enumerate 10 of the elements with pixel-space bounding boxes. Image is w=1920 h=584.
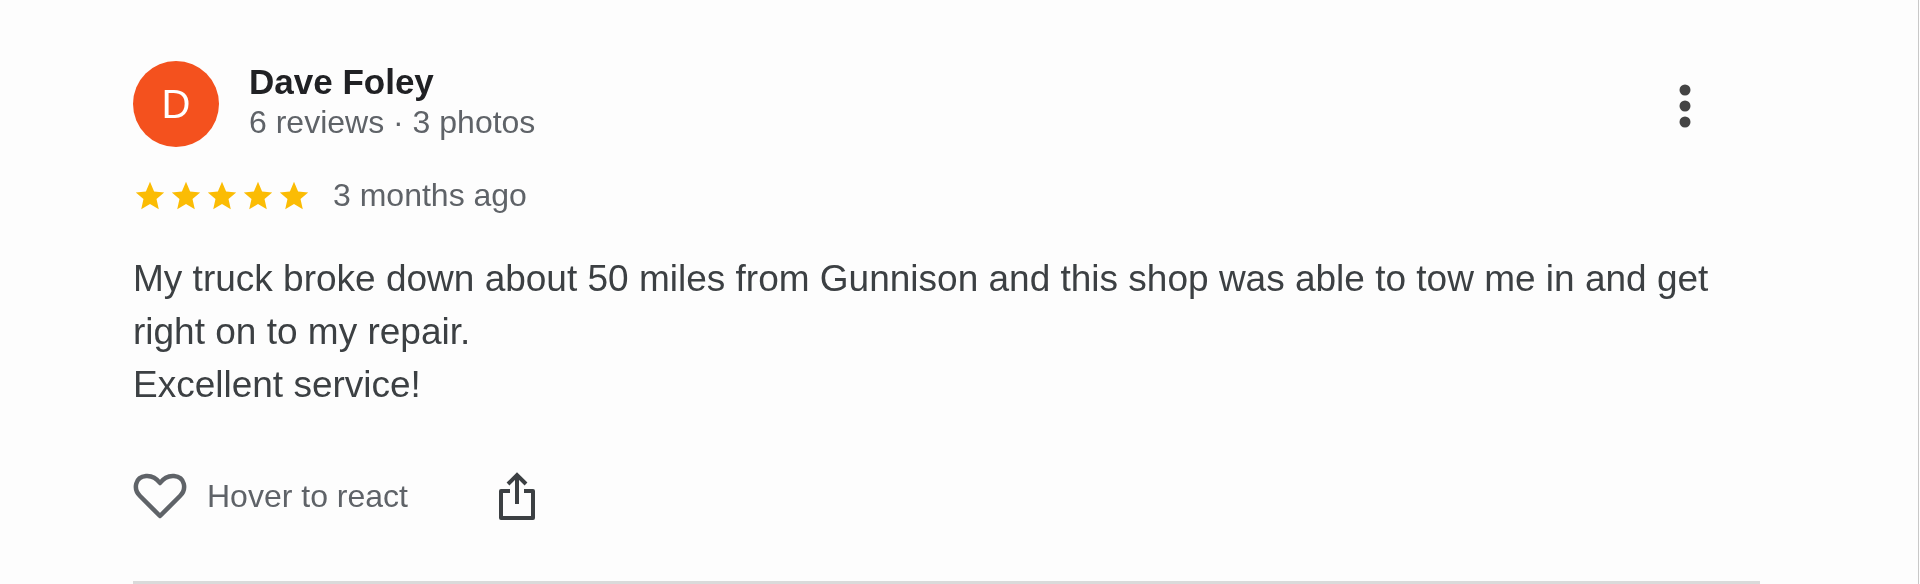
more-icon bbox=[1679, 84, 1691, 128]
reviewer-stats: 6 reviews · 3 photos bbox=[249, 104, 536, 140]
review-date: 3 months ago bbox=[333, 177, 527, 214]
heart-icon bbox=[133, 472, 187, 520]
share-icon bbox=[497, 471, 536, 521]
review-text: My truck broke down about 50 miles from Gunnison and this shop was able to tow me in and get right on to my repair. Excellent service! bbox=[133, 257, 1710, 407]
react-button[interactable]: Hover to react bbox=[133, 472, 408, 520]
share-button[interactable] bbox=[497, 471, 536, 521]
avatar[interactable]: D bbox=[133, 61, 219, 147]
reviewer-name[interactable]: Dave Foley bbox=[249, 62, 536, 102]
